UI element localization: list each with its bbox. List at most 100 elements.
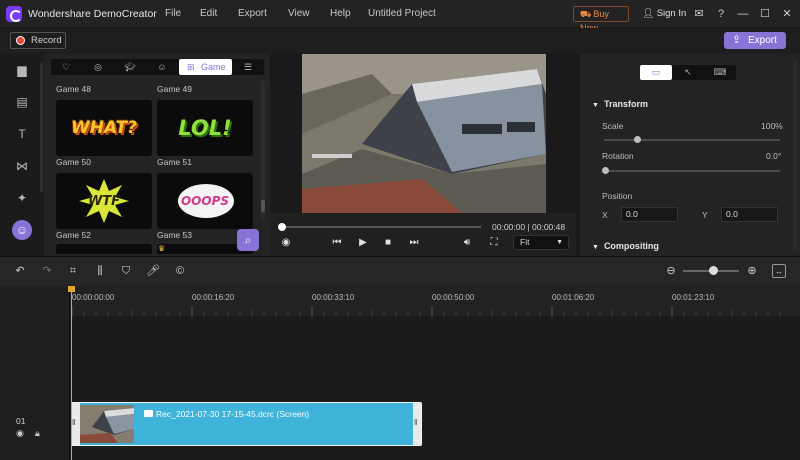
sticker-thumb-game51[interactable]: LOL!	[157, 100, 253, 156]
caption-c-icon[interactable]: ©	[173, 264, 187, 278]
menu-edit[interactable]: Edit	[200, 8, 217, 19]
playhead[interactable]	[71, 286, 72, 460]
clip-name: Rec_2021-07-30 17-15-45.dcrc (Screen)	[156, 409, 310, 419]
eye-icon[interactable]: ◉	[16, 428, 24, 439]
rail-scrollbar[interactable]	[40, 62, 43, 192]
sign-in-button[interactable]: 👤︎ Sign In	[642, 8, 686, 19]
asset-label: Game 48	[56, 84, 91, 94]
category-smile-icon[interactable]: ☺	[151, 59, 173, 75]
next-frame-icon[interactable]: ⏭︎	[407, 236, 421, 250]
redo-icon[interactable]: ↷	[40, 264, 54, 278]
snapshot-camera-icon[interactable]: ◉	[279, 236, 293, 250]
compositing-section-header[interactable]: ▼ Compositing	[592, 241, 659, 251]
top-toolbar	[0, 28, 800, 54]
volume-icon[interactable]: 🔊︎	[460, 236, 474, 250]
democreator-logo-icon	[6, 6, 22, 22]
sticker-thumb-game52[interactable]: WTF	[56, 173, 152, 229]
sticker-thumb-partial[interactable]	[56, 244, 152, 254]
close-icon[interactable]: ✕	[780, 7, 794, 21]
preview-frame-illustration	[302, 54, 546, 213]
sticker-game51-text: LOL!	[178, 116, 232, 140]
zoom-in-icon[interactable]: ⊕	[745, 264, 759, 278]
collapse-triangle-icon: ▼	[592, 102, 599, 109]
crown-icon: ♛	[158, 244, 166, 253]
collapse-triangle-icon: ▼	[592, 244, 599, 251]
app-title: Wondershare DemoCreator	[28, 8, 157, 20]
properties-scrollbar[interactable]	[793, 60, 797, 250]
record-button[interactable]: Record	[10, 32, 66, 49]
grip-icon: ‖	[72, 418, 76, 427]
sticker-thumb-game50[interactable]: WHAT?	[56, 100, 152, 156]
search-button[interactable]: ⌕	[237, 229, 259, 251]
fullscreen-icon[interactable]: ⛶	[487, 236, 501, 250]
buy-now-button[interactable]: ⛟Buy Now	[573, 6, 629, 33]
category-menu-icon[interactable]: ☰	[237, 59, 259, 75]
tab-cursor-properties[interactable]: ↖	[672, 65, 704, 80]
maximize-icon[interactable]: ☐	[758, 7, 772, 21]
ruler-ticks	[71, 306, 781, 316]
tab-video-properties[interactable]: ▭	[640, 65, 672, 80]
cart-icon: ⛟	[580, 9, 592, 19]
play-icon[interactable]: ▶	[356, 236, 370, 250]
ruler-label: 00:00:00:00	[72, 293, 115, 302]
library-scroll-thumb[interactable]	[261, 200, 265, 212]
stop-icon[interactable]: ■	[381, 236, 395, 250]
zoom-fit-select[interactable]: Fit ▼	[513, 235, 569, 250]
asset-label: Game 50	[56, 157, 91, 167]
undo-icon[interactable]: ↶	[13, 264, 27, 278]
marker-shield-icon[interactable]: ⛉	[119, 264, 133, 278]
transform-label: Transform	[603, 99, 648, 109]
timeline-zoom-knob[interactable]	[709, 266, 718, 275]
library-scrollbar[interactable]	[261, 80, 265, 220]
asset-label: Game 51	[157, 157, 192, 167]
scale-slider-track[interactable]	[604, 139, 780, 141]
tab-keyboard-properties[interactable]: ⌨	[704, 65, 736, 80]
category-vr-icon[interactable]: ◎	[87, 59, 109, 75]
lock-icon[interactable]: 🔒︎	[35, 428, 40, 439]
menu-export[interactable]: Export	[238, 8, 267, 19]
media-folder-icon[interactable]: ▆	[12, 60, 32, 80]
cursor-icon: ↖	[684, 67, 692, 77]
menu-view[interactable]: View	[288, 8, 310, 19]
transitions-icon[interactable]: ⋈	[12, 156, 32, 176]
annotation-icon[interactable]: ▤	[12, 92, 32, 112]
zoom-out-icon[interactable]: ⊖	[664, 264, 678, 278]
ruler-label: 00:00:16:20	[192, 293, 235, 302]
help-icon[interactable]: ?	[714, 7, 728, 21]
sign-in-label: Sign In	[656, 8, 687, 19]
preview-progress-track[interactable]	[281, 226, 481, 228]
rotation-slider-knob[interactable]	[602, 167, 609, 174]
clip-thumbnail-illustration	[80, 405, 134, 443]
previous-frame-icon[interactable]: ⏮︎	[330, 236, 344, 250]
timeline-clip[interactable]: Rec_2021-07-30 17-15-45.dcrc (Screen)	[71, 402, 422, 446]
mail-icon[interactable]: ✉	[692, 7, 706, 21]
captions-icon[interactable]: T	[12, 124, 32, 144]
menu-help[interactable]: Help	[330, 8, 351, 19]
menu-file[interactable]: File	[165, 8, 181, 19]
category-game-tab[interactable]: ⊞ Game	[179, 59, 232, 75]
grip-icon: ‖	[414, 418, 418, 427]
playhead-handle[interactable]	[68, 286, 75, 292]
minimize-icon[interactable]: —	[736, 7, 750, 21]
record-label: Record	[31, 35, 62, 46]
fit-timeline-icon[interactable]: ↔	[772, 264, 786, 278]
sticker-game53-text: OOOPS	[180, 194, 230, 208]
scale-slider-knob[interactable]	[634, 136, 641, 143]
category-education-icon[interactable]: 🎓︎	[119, 59, 141, 75]
position-y-input[interactable]: 0.0	[721, 207, 778, 222]
effects-wand-icon[interactable]: ✦	[12, 188, 32, 208]
preview-progress-knob[interactable]	[278, 223, 286, 231]
sticker-game50-text: WHAT?	[71, 118, 137, 138]
stickers-icon[interactable]: ☺	[12, 220, 32, 240]
microphone-icon[interactable]: 🎤︎	[146, 264, 160, 278]
split-icon[interactable]: ⫼	[93, 264, 107, 278]
sticker-thumb-game53[interactable]: OOOPS	[157, 173, 253, 229]
category-heart-icon[interactable]: ♡	[55, 59, 77, 75]
position-x-label: X	[602, 210, 608, 220]
position-x-input[interactable]: 0.0	[621, 207, 678, 222]
video-camera-icon: ▭	[651, 67, 661, 77]
export-button[interactable]: ⇪ Export	[724, 32, 786, 49]
crop-icon[interactable]: ⌗	[66, 264, 80, 278]
transform-section-header[interactable]: ▼ Transform	[592, 99, 648, 109]
rotation-slider-track[interactable]	[604, 170, 780, 172]
